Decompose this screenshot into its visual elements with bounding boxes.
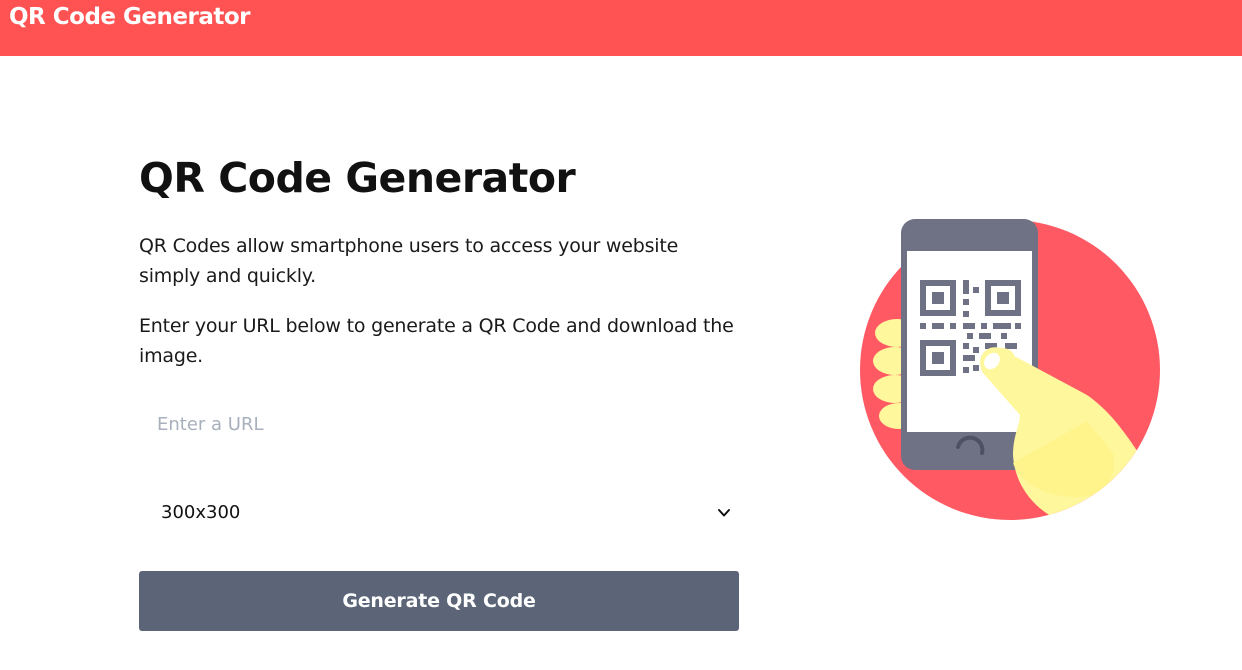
brand-logo[interactable]: QR Code Generator xyxy=(9,4,250,30)
navbar: QR Code Generator xyxy=(0,0,1242,56)
chevron-down-icon xyxy=(718,509,730,517)
generate-qr-button[interactable]: Generate QR Code xyxy=(139,571,739,631)
url-input[interactable] xyxy=(139,400,739,448)
phone-qr-scan-illustration xyxy=(860,219,1160,520)
size-select[interactable]: 300x300 xyxy=(139,492,739,536)
page-title: QR Code Generator xyxy=(139,154,576,202)
size-select-value: 300x300 xyxy=(161,502,241,523)
instructions-paragraph: Enter your URL below to generate a QR Co… xyxy=(139,315,734,367)
intro-paragraph: QR Codes allow smartphone users to acces… xyxy=(139,235,679,287)
